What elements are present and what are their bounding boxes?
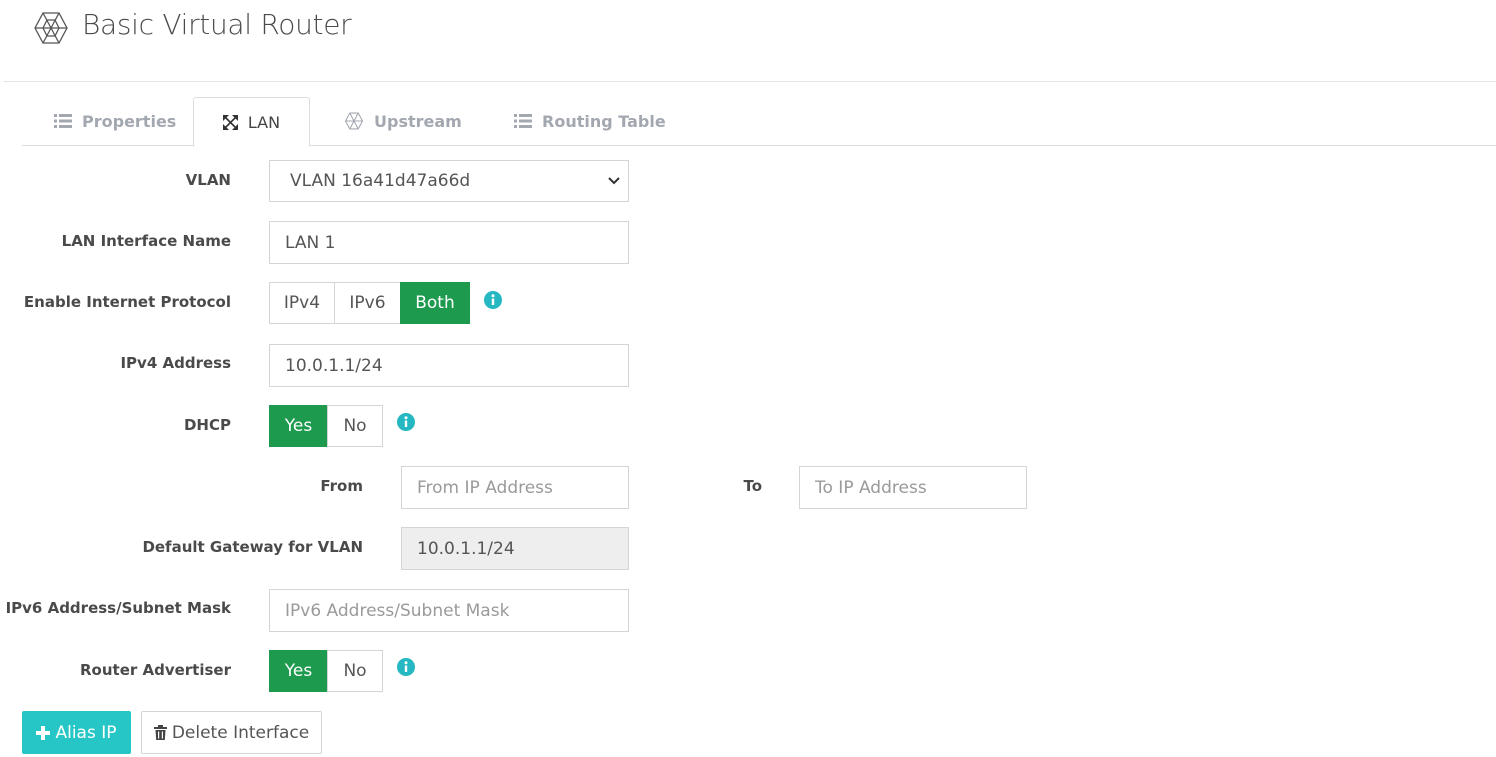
hexagon-mesh-icon — [34, 12, 68, 44]
router-advertiser-no-option[interactable]: No — [327, 650, 383, 692]
list-icon — [514, 114, 532, 128]
to-label: To — [743, 477, 762, 495]
protocol-toggle-group: IPv4 IPv6 Both — [269, 282, 470, 324]
info-icon[interactable] — [397, 658, 415, 676]
chevron-down-icon — [608, 177, 620, 185]
to-ip-input[interactable]: To IP Address — [799, 466, 1027, 509]
ipv6-address-label: IPv6 Address/Subnet Mask — [5, 599, 231, 617]
trash-icon — [153, 725, 167, 740]
tab-upstream-label: Upstream — [374, 111, 462, 131]
lan-interface-name-label: LAN Interface Name — [61, 232, 231, 250]
protocol-both-option[interactable]: Both — [400, 282, 470, 324]
delete-interface-label: Delete Interface — [171, 722, 310, 743]
protocol-ipv4-option[interactable]: IPv4 — [269, 282, 335, 324]
tab-properties[interactable]: Properties — [54, 97, 176, 145]
tab-routing-table[interactable]: Routing Table — [514, 97, 666, 145]
delete-interface-button[interactable]: Delete Interface — [141, 711, 322, 754]
default-gateway-label: Default Gateway for VLAN — [142, 538, 363, 556]
info-icon[interactable] — [484, 291, 502, 309]
tab-routing-table-label: Routing Table — [542, 111, 666, 131]
dhcp-label: DHCP — [183, 416, 231, 434]
ipv4-address-label: IPv4 Address — [120, 354, 231, 372]
page-title: Basic Virtual Router — [82, 8, 352, 41]
enable-internet-protocol-label: Enable Internet Protocol — [23, 293, 231, 311]
alias-ip-button[interactable]: Alias IP — [22, 711, 131, 754]
list-icon — [54, 114, 72, 128]
hexagon-mesh-icon — [344, 112, 364, 130]
header-divider — [4, 81, 1496, 82]
vlan-select-value: VLAN 16a41d47a66d — [290, 171, 471, 191]
expand-arrows-icon — [222, 114, 238, 130]
dhcp-yes-option[interactable]: Yes — [269, 405, 328, 447]
tab-lan-label: LAN — [247, 112, 281, 132]
from-label: From — [320, 477, 363, 495]
ipv4-address-input[interactable]: 10.0.1.1/24 — [269, 344, 629, 387]
ipv6-address-input[interactable]: IPv6 Address/Subnet Mask — [269, 589, 629, 632]
router-advertiser-label: Router Advertiser — [79, 661, 231, 679]
alias-ip-label: Alias IP — [55, 722, 117, 743]
router-advertiser-toggle-group: Yes No — [269, 650, 383, 692]
default-gateway-field: 10.0.1.1/24 — [401, 527, 629, 570]
tab-upstream[interactable]: Upstream — [344, 97, 462, 145]
protocol-ipv6-option[interactable]: IPv6 — [334, 282, 401, 324]
from-ip-input[interactable]: From IP Address — [401, 466, 629, 509]
router-advertiser-yes-option[interactable]: Yes — [269, 650, 328, 692]
vlan-label: VLAN — [185, 171, 231, 189]
lan-interface-name-input[interactable]: LAN 1 — [269, 221, 629, 264]
dhcp-toggle-group: Yes No — [269, 405, 383, 447]
vlan-select[interactable]: VLAN 16a41d47a66d — [269, 160, 629, 202]
plus-icon — [36, 725, 51, 740]
tab-lan[interactable]: LAN — [193, 97, 310, 147]
tab-properties-label: Properties — [82, 111, 177, 131]
info-icon[interactable] — [397, 413, 415, 431]
dhcp-no-option[interactable]: No — [327, 405, 383, 447]
